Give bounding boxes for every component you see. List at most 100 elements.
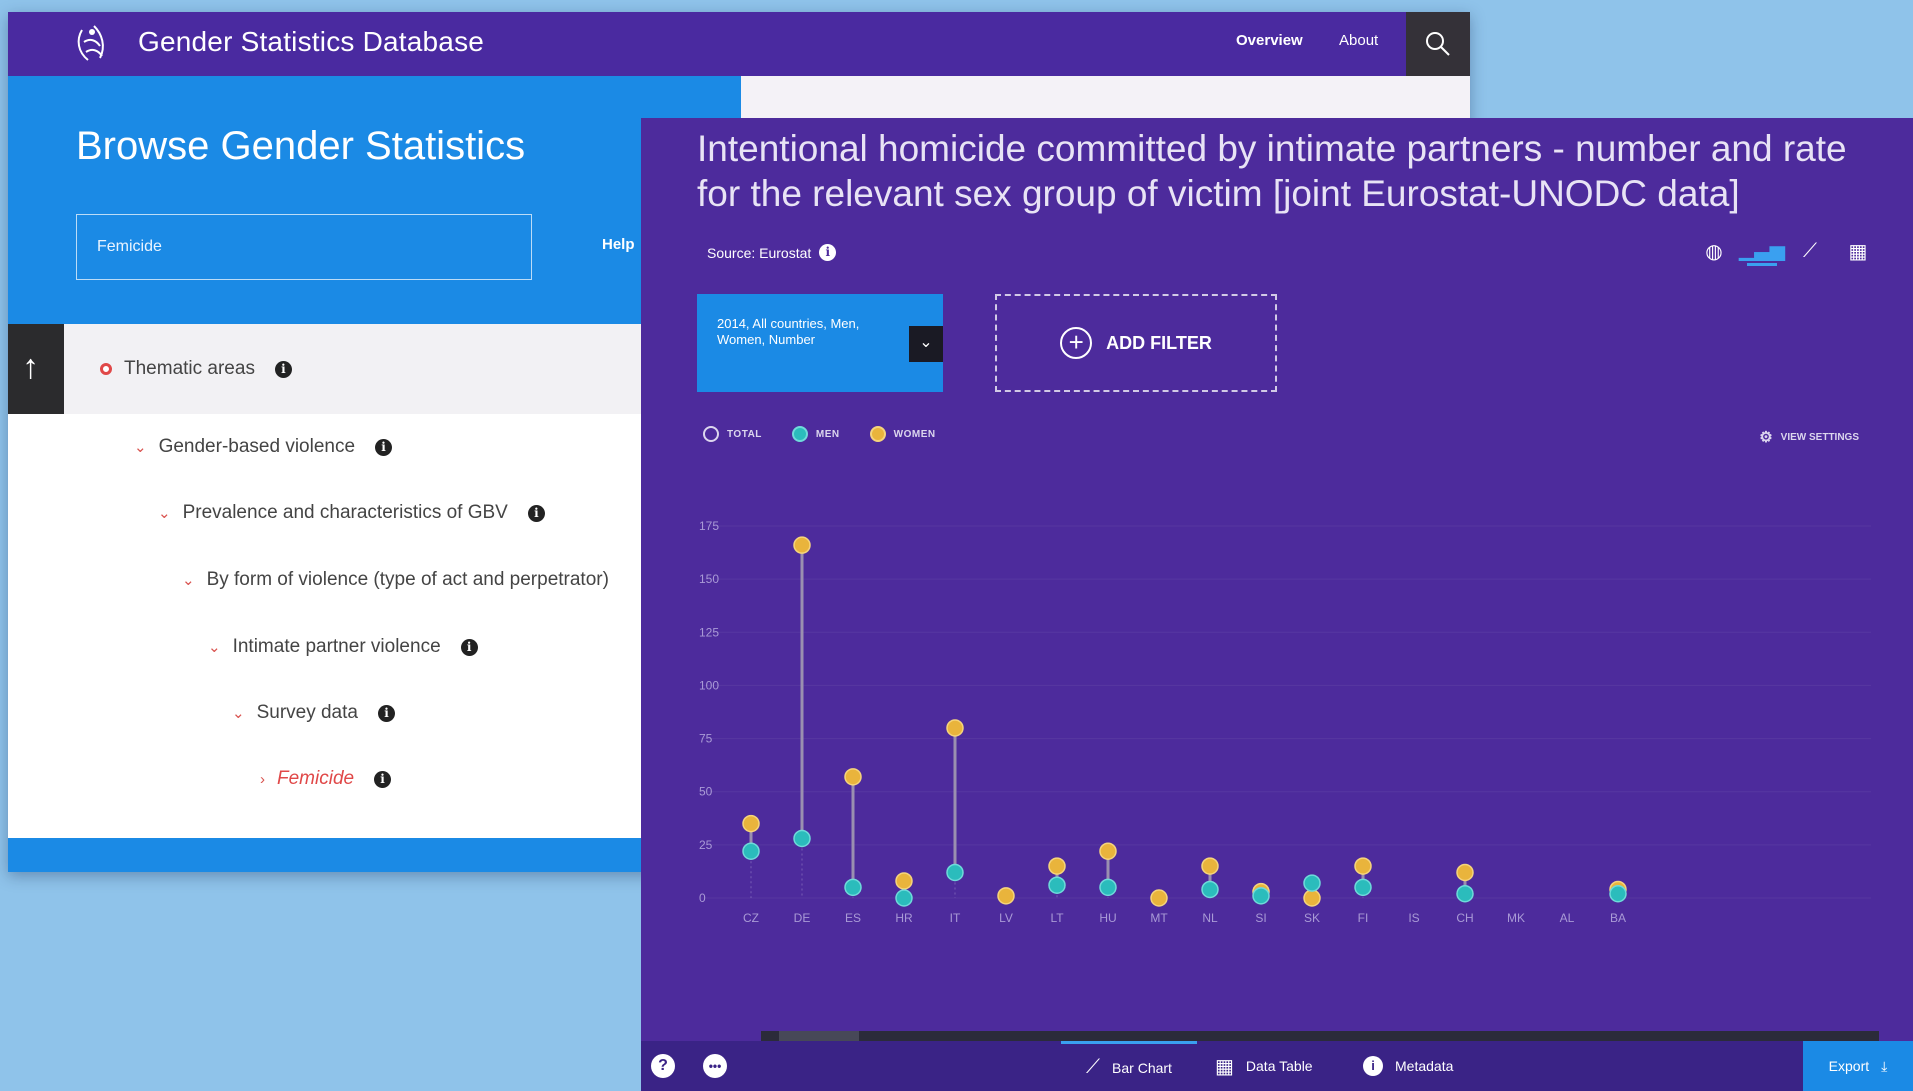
bar-chart-icon[interactable]: ▁▃▅ (1739, 236, 1785, 266)
chart-scrollbar[interactable] (761, 1031, 1879, 1041)
y-tick-label: 100 (699, 678, 719, 692)
tree-label: Survey data (256, 702, 358, 723)
search-button[interactable] (1406, 12, 1470, 76)
y-tick-label: 125 (699, 625, 719, 639)
app-title: Gender Statistics Database (138, 26, 485, 57)
table-icon[interactable]: ▦ (1843, 236, 1873, 266)
info-icon[interactable]: i (819, 244, 837, 261)
men-point (1252, 887, 1270, 905)
chevron-down-icon: ⌄ (232, 705, 245, 722)
legend-men[interactable]: MEN (791, 426, 840, 442)
top-navbar: Gender Statistics Database Overview Abou… (8, 12, 1470, 76)
x-tick-label: BA (1610, 911, 1626, 925)
tree-item-prevalence[interactable]: ⌄ Prevalence and characteristics of GBV … (158, 502, 545, 524)
scrollbar-thumb[interactable] (779, 1031, 859, 1041)
legend-total[interactable]: TOTAL (703, 426, 762, 442)
tree-label: Prevalence and characteristics of GBV (182, 502, 508, 523)
women-point (997, 887, 1015, 905)
export-button[interactable]: Export ⤓ (1803, 1041, 1913, 1091)
x-tick-label: DE (794, 911, 811, 925)
tree-item-gender-based-violence[interactable]: ⌄ Gender-based violence i (134, 436, 393, 458)
women-point (946, 719, 964, 737)
browse-panel: Browse Gender Statistics Help (8, 76, 741, 324)
tree-label: By form of violence (type of act and per… (206, 569, 609, 590)
y-tick-label: 0 (699, 891, 706, 905)
tree-item-femicide[interactable]: › Femicide i (260, 768, 392, 790)
info-icon[interactable]: i (274, 360, 292, 378)
filter-selection[interactable]: 2014, All countries, Men, Women, Number … (697, 294, 943, 392)
chart-window: Intentional homicide committed by intima… (641, 118, 1913, 1091)
tree-item-intimate-partner-violence[interactable]: ⌄ Intimate partner violence i (208, 636, 478, 658)
x-tick-label: MK (1507, 911, 1525, 925)
tree-item-by-form[interactable]: ⌄ By form of violence (type of act and p… (182, 569, 609, 591)
export-label: Export (1828, 1058, 1870, 1074)
nav-about[interactable]: About (1339, 32, 1378, 49)
chevron-down-icon[interactable]: ⌄ (909, 326, 943, 362)
tree-label: Gender-based violence (158, 436, 356, 457)
line-chart-icon[interactable]: ⟋ (1795, 236, 1825, 266)
info-icon: i (1363, 1056, 1383, 1076)
chevron-down-icon: ⌄ (134, 439, 147, 456)
page-title: Browse Gender Statistics (76, 124, 526, 168)
tab-bar-chart[interactable]: ⟋ Bar Chart (1061, 1041, 1197, 1091)
tree-label: Thematic areas (124, 358, 255, 379)
info-icon[interactable]: i (375, 438, 393, 456)
women-point (1303, 889, 1321, 907)
tree-label-selected: Femicide (277, 768, 355, 789)
info-icon[interactable]: i (460, 638, 478, 656)
y-tick-label: 25 (699, 838, 713, 852)
tree-label: Intimate partner violence (232, 636, 441, 657)
arrow-up-icon: ↑ (22, 348, 39, 386)
line-chart-icon: ⟋ (1086, 1056, 1101, 1078)
women-point (1099, 842, 1117, 860)
legend-women-swatch (869, 426, 886, 442)
view-settings-label: VIEW SETTINGS (1780, 431, 1859, 443)
x-tick-label: CZ (743, 911, 759, 925)
men-point (844, 878, 862, 897)
help-link[interactable]: Help (602, 236, 635, 253)
men-point (1609, 884, 1627, 903)
info-icon[interactable]: i (374, 770, 392, 788)
source-line: Source: Eurostat i (707, 244, 837, 261)
nav-overview[interactable]: Overview (1236, 32, 1303, 49)
radio-dot-icon (100, 363, 112, 375)
x-tick-label: LT (1050, 911, 1064, 925)
men-point (1456, 884, 1474, 903)
legend-women[interactable]: WOMEN (869, 426, 936, 442)
tab-label: Bar Chart (1112, 1059, 1172, 1076)
chevron-down-icon: ⌄ (158, 505, 171, 522)
men-point (742, 842, 760, 860)
x-tick-label: HR (895, 911, 913, 925)
women-point (844, 768, 862, 786)
tree-root-thematic-areas[interactable]: Thematic areas i (100, 358, 292, 380)
globe-icon[interactable]: ◍ (1699, 236, 1729, 266)
women-point (1048, 857, 1066, 875)
men-point (1303, 874, 1321, 892)
x-tick-label: NL (1202, 911, 1218, 925)
help-button[interactable]: ? (651, 1041, 675, 1091)
chevron-down-icon: ⌄ (208, 639, 221, 656)
men-point (1099, 878, 1117, 897)
gear-icon: ⚙ (1759, 429, 1773, 446)
legend-label: MEN (815, 428, 840, 440)
info-icon[interactable]: i (377, 704, 395, 722)
add-filter-button[interactable]: + ADD FILTER (995, 294, 1277, 392)
up-button[interactable]: ↑ (8, 324, 64, 414)
search-input[interactable] (76, 214, 532, 280)
x-tick-label: AL (1560, 911, 1575, 925)
comment-button[interactable]: ••• (703, 1041, 727, 1091)
tree-item-survey-data[interactable]: ⌄ Survey data i (232, 702, 395, 724)
men-point (1048, 876, 1066, 894)
x-tick-label: SK (1304, 911, 1320, 925)
chart-title: Intentional homicide committed by intima… (697, 128, 1847, 214)
tab-data-table[interactable]: ▦ Data Table (1215, 1041, 1313, 1091)
women-point (1456, 863, 1474, 882)
women-point (895, 872, 913, 890)
men-point (1354, 878, 1372, 897)
view-settings-button[interactable]: ⚙ VIEW SETTINGS (1759, 428, 1859, 446)
tab-label: Metadata (1395, 1058, 1454, 1074)
tab-metadata[interactable]: i Metadata (1363, 1041, 1453, 1091)
info-icon[interactable]: i (527, 504, 545, 522)
x-tick-label: LV (999, 911, 1013, 925)
x-tick-label: CH (1456, 911, 1473, 925)
